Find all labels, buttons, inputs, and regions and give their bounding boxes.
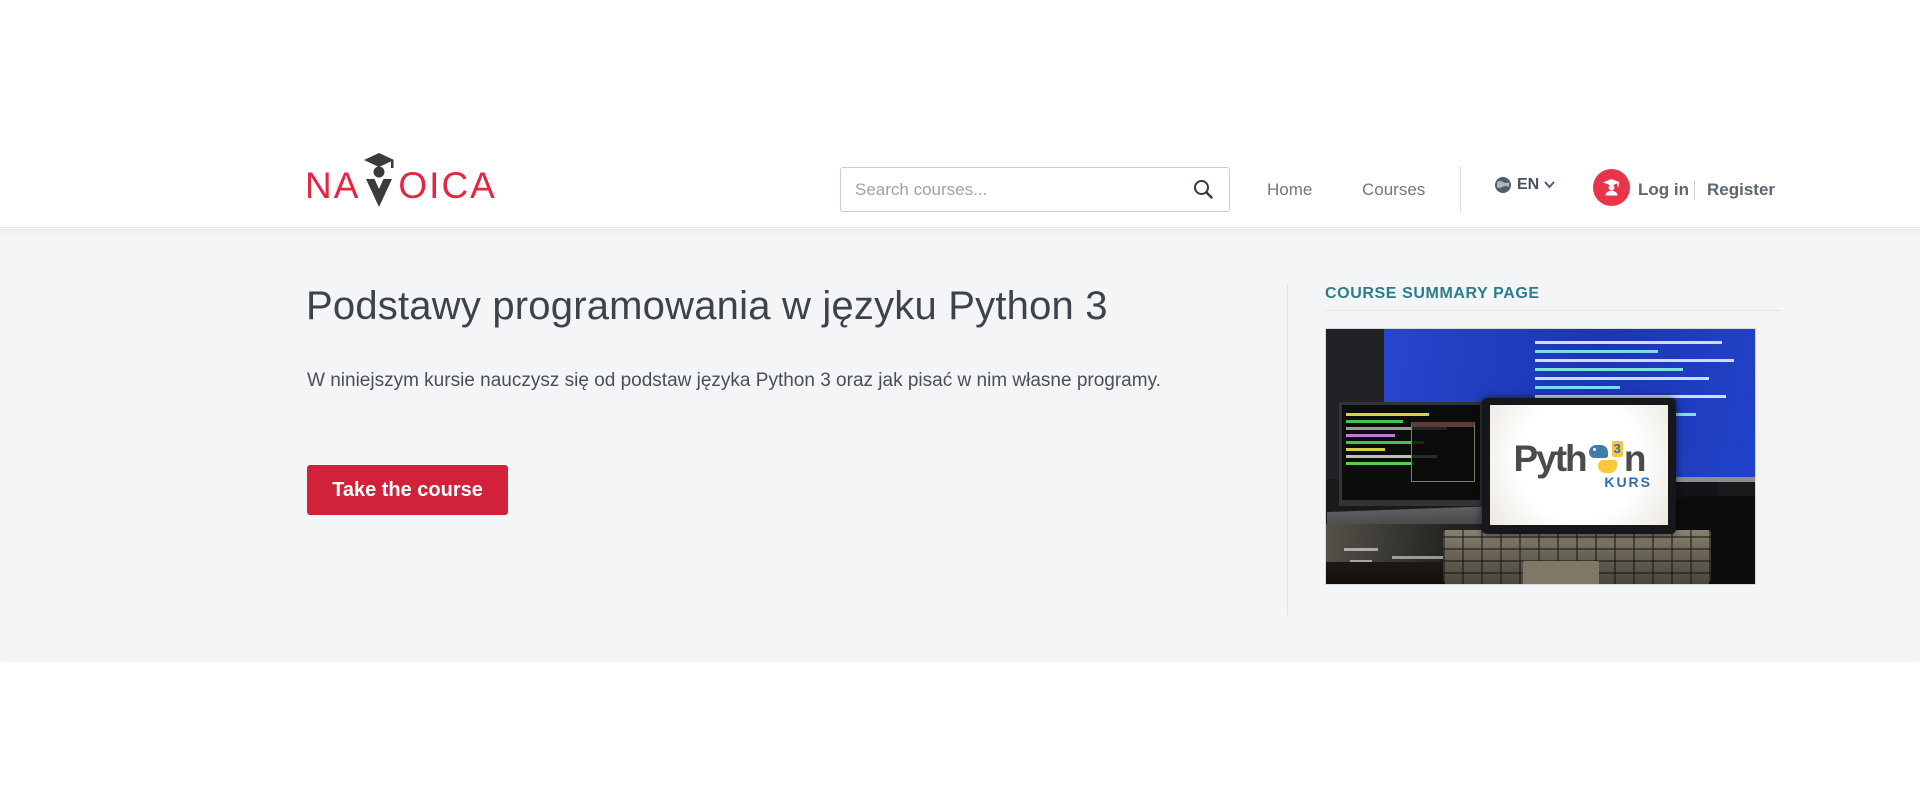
search-box	[840, 167, 1230, 212]
nav-courses[interactable]: Courses	[1362, 180, 1425, 200]
language-code: EN	[1517, 176, 1539, 194]
course-summary-sidebar: COURSE SUMMARY PAGE	[1287, 285, 1784, 615]
login-register-divider	[1694, 181, 1695, 200]
login-link[interactable]: Log in	[1638, 180, 1689, 200]
python-logo-text: Pyth	[1513, 440, 1585, 477]
kurs-caption: KURS	[1604, 474, 1652, 490]
globe-icon	[1494, 176, 1512, 194]
search-icon[interactable]	[1192, 174, 1224, 204]
sidebar-heading: COURSE SUMMARY PAGE	[1325, 285, 1784, 303]
avatar[interactable]	[1593, 169, 1630, 206]
photo-left-laptop-screen	[1339, 402, 1483, 506]
take-course-button[interactable]: Take the course	[307, 465, 508, 515]
graduate-v-icon	[361, 152, 397, 208]
course-description: W niniejszym kursie nauczysz się od pods…	[307, 363, 1212, 398]
header-divider	[1460, 167, 1461, 212]
sidebar-heading-rule	[1325, 310, 1782, 311]
page: NA OICA Home Courses	[0, 0, 1920, 810]
photo-terminal-window	[1411, 422, 1475, 482]
page-title: Podstawy programowania w języku Python 3	[306, 284, 1108, 329]
site-header: NA OICA Home Courses	[0, 0, 1920, 228]
course-hero: Podstawy programowania w języku Python 3…	[0, 229, 1920, 662]
footer-whitespace	[0, 662, 1920, 810]
logo-text-left: NA	[305, 167, 360, 206]
nav-home[interactable]: Home	[1267, 180, 1312, 200]
photo-python-screen: Pyth 3 n KURS	[1490, 405, 1668, 525]
logo-text-right: OICA	[398, 167, 496, 206]
graduate-icon	[1601, 177, 1622, 198]
photo-trackpad	[1523, 561, 1599, 585]
photo-center-laptop: Pyth 3 n KURS	[1482, 398, 1676, 534]
brand-logo[interactable]: NA OICA	[305, 152, 497, 206]
register-link[interactable]: Register	[1707, 180, 1775, 200]
python-logo: Pyth 3 n	[1513, 440, 1644, 477]
search-input[interactable]	[840, 167, 1230, 212]
python-snake-icon	[1589, 445, 1617, 473]
language-selector[interactable]: EN	[1494, 176, 1555, 194]
course-image: Pyth 3 n KURS	[1325, 328, 1756, 585]
python-logo-text-end: n	[1624, 440, 1645, 477]
chevron-down-icon	[1544, 181, 1555, 189]
